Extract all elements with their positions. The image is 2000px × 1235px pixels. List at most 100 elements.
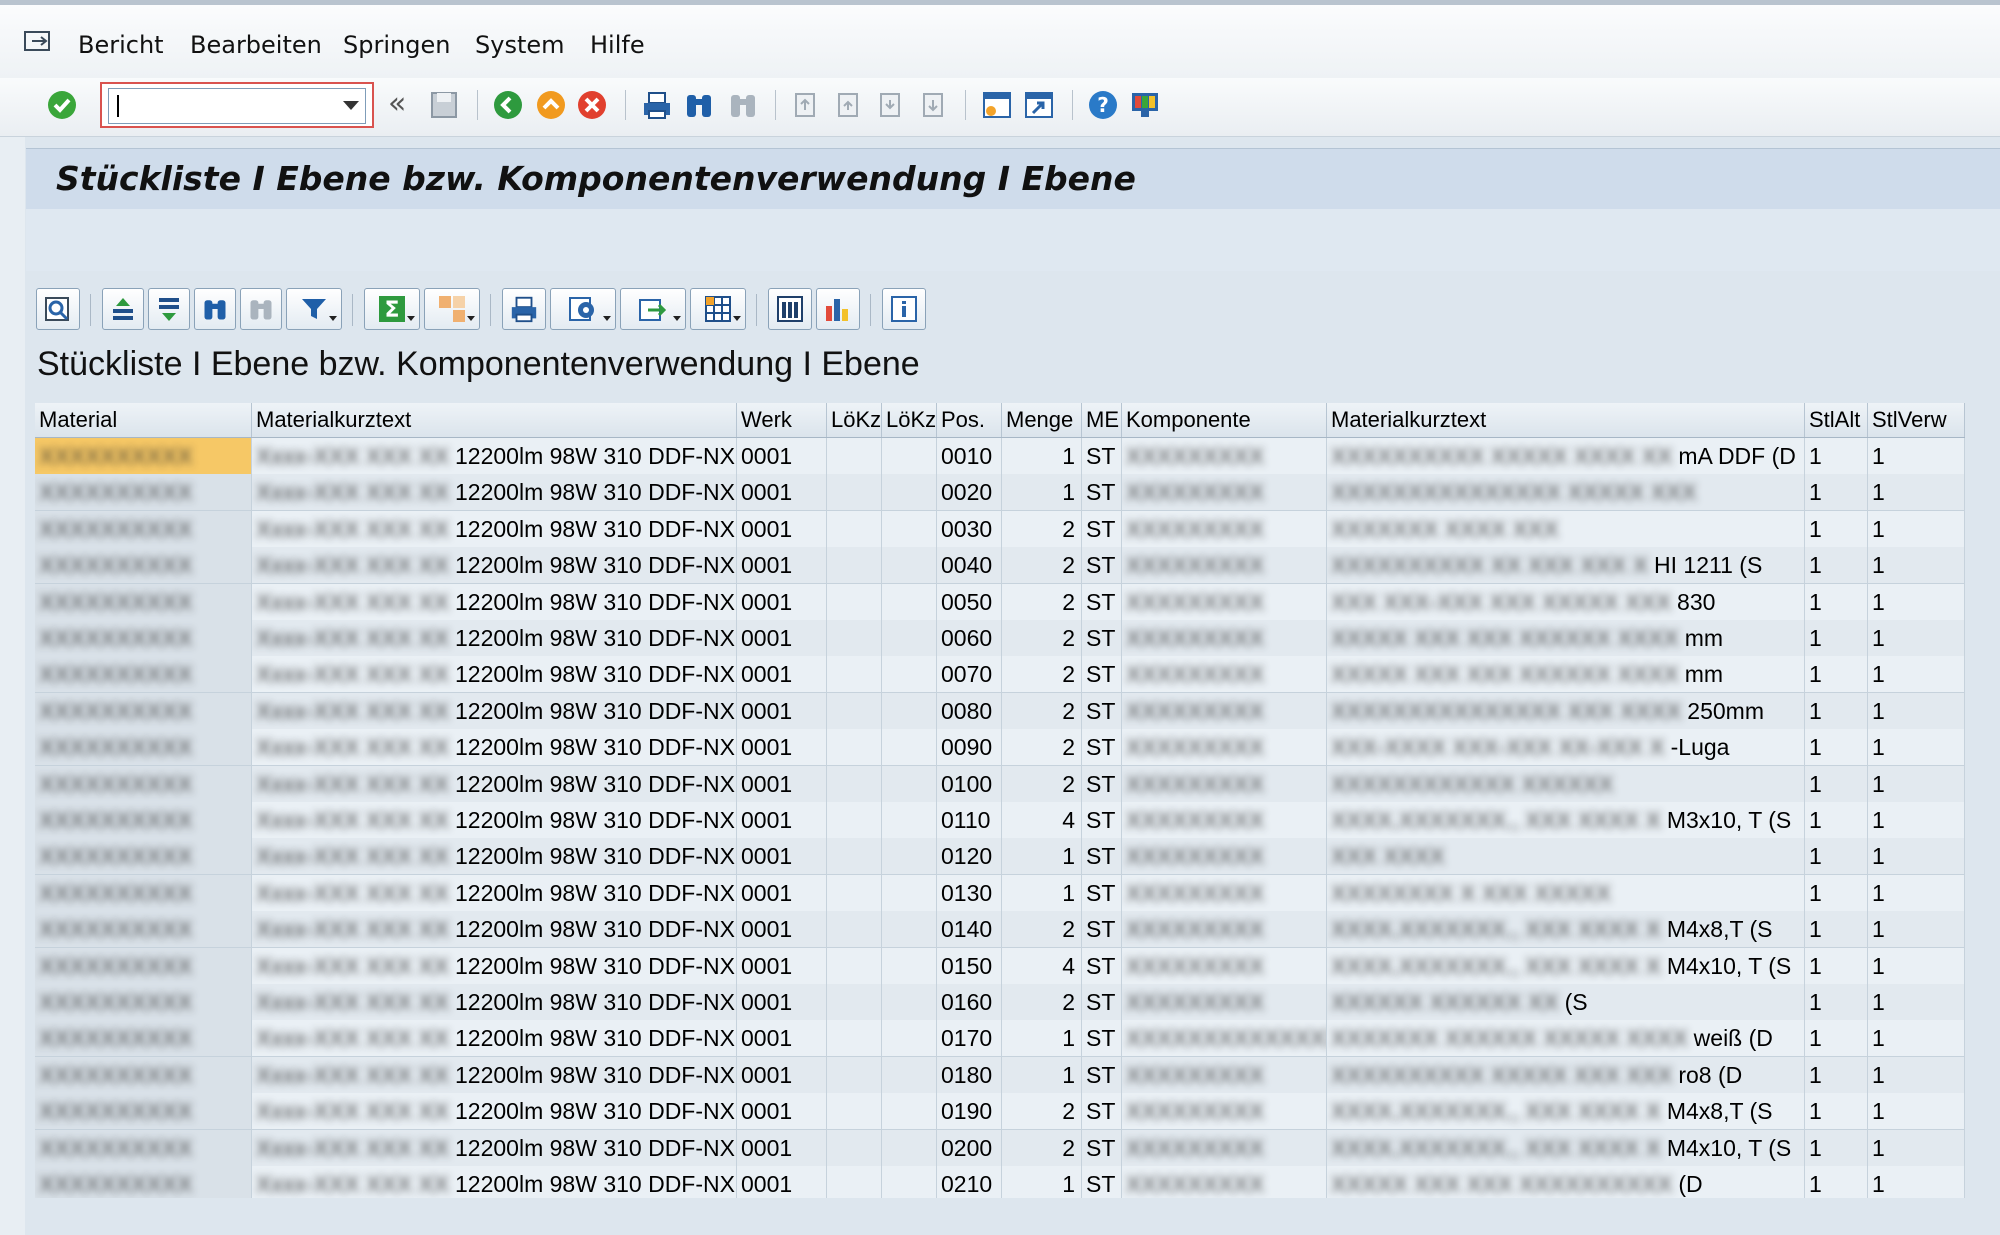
cell-material[interactable]: XXXXXXXXXX: [35, 1129, 252, 1166]
cell-menge[interactable]: 1: [1002, 438, 1082, 474]
details-button[interactable]: [36, 288, 80, 330]
cell-werk[interactable]: 0001: [737, 474, 827, 511]
cell-material[interactable]: XXXXXXXXXX: [35, 1056, 252, 1093]
cell-pos[interactable]: 0120: [937, 838, 1002, 875]
cell-komponente[interactable]: XXXXXXXXX: [1122, 620, 1327, 656]
cell-materialkurztext[interactable]: Xxxx-XXX XXX XX 12200lm 98W 310 DDF-NX: [252, 1020, 737, 1057]
cell-stlalt[interactable]: 1: [1805, 874, 1868, 911]
views-button[interactable]: [550, 288, 616, 330]
cell-komp-materialkurztext[interactable]: XXXXXX XXXXXX XX (S: [1327, 984, 1805, 1020]
cell-komponente[interactable]: XXXXXXXXX: [1122, 729, 1327, 766]
cell-komp-materialkurztext[interactable]: XXX XXX-XXX XXX XXXXX XXX 830: [1327, 583, 1805, 620]
cell-loekz-1[interactable]: [827, 729, 882, 766]
cell-stlverw[interactable]: 1: [1868, 874, 1965, 911]
create-session-icon[interactable]: [980, 88, 1014, 122]
cell-komponente[interactable]: XXXXXXXXX: [1122, 692, 1327, 729]
cell-komp-materialkurztext[interactable]: XXXXXXX XXXX XXX: [1327, 510, 1805, 547]
cell-stlalt[interactable]: 1: [1805, 620, 1868, 656]
cell-komp-materialkurztext[interactable]: XXXXX XXX XXX XXXXXXXXXX (D: [1327, 1166, 1805, 1202]
find-next-button[interactable]: [240, 288, 282, 330]
col-header-menge[interactable]: Menge: [1002, 403, 1082, 437]
cell-komp-materialkurztext[interactable]: XXXXXXXXXX XX XXX XXX X HI 1211 (S: [1327, 547, 1805, 584]
cell-stlalt[interactable]: 1: [1805, 838, 1868, 875]
cell-stlalt[interactable]: 1: [1805, 1129, 1868, 1166]
cell-materialkurztext[interactable]: Xxxx-XXX XXX XX 12200lm 98W 310 DDF-NX: [252, 547, 737, 584]
cell-loekz-2[interactable]: [882, 474, 937, 511]
cell-stlverw[interactable]: 1: [1868, 692, 1965, 729]
previous-page-icon[interactable]: [831, 88, 865, 122]
cell-me[interactable]: ST: [1082, 1020, 1122, 1057]
cell-materialkurztext[interactable]: Xxxx-XXX XXX XX 12200lm 98W 310 DDF-NX: [252, 620, 737, 656]
cell-stlalt[interactable]: 1: [1805, 692, 1868, 729]
cell-me[interactable]: ST: [1082, 947, 1122, 984]
cell-pos[interactable]: 0090: [937, 729, 1002, 766]
cell-material[interactable]: XXXXXXXXXX: [35, 947, 252, 984]
cell-stlverw[interactable]: 1: [1868, 438, 1965, 474]
cell-stlalt[interactable]: 1: [1805, 1093, 1868, 1130]
subtotal-button[interactable]: [424, 288, 480, 330]
customize-layout-icon[interactable]: [1128, 88, 1162, 122]
cell-komponente[interactable]: XXXXXXXXX: [1122, 947, 1327, 984]
col-header-komponente[interactable]: Komponente: [1122, 403, 1327, 437]
cell-loekz-1[interactable]: [827, 838, 882, 875]
col-header-pos[interactable]: Pos.: [937, 403, 1002, 437]
graphic-button[interactable]: [816, 288, 860, 330]
cell-loekz-1[interactable]: [827, 474, 882, 511]
cell-materialkurztext[interactable]: Xxxx-XXX XXX XX 12200lm 98W 310 DDF-NX: [252, 474, 737, 511]
cell-werk[interactable]: 0001: [737, 510, 827, 547]
cell-pos[interactable]: 0160: [937, 984, 1002, 1020]
cell-loekz-2[interactable]: [882, 1020, 937, 1057]
cell-material[interactable]: XXXXXXXXXX: [35, 510, 252, 547]
cell-loekz-1[interactable]: [827, 438, 882, 474]
system-menu-icon[interactable]: [24, 29, 54, 55]
print-icon[interactable]: [640, 88, 674, 122]
cell-werk[interactable]: 0001: [737, 692, 827, 729]
cell-loekz-1[interactable]: [827, 1056, 882, 1093]
table-row[interactable]: XXXXXXXXXX Xxxx-XXX XXX XX 12200lm 98W 310…: [35, 911, 1965, 949]
cell-werk[interactable]: 0001: [737, 802, 827, 838]
cell-menge[interactable]: 1: [1002, 1056, 1082, 1093]
cell-komponente[interactable]: XXXXXXXXX: [1122, 874, 1327, 911]
cell-komp-materialkurztext[interactable]: XXXX.XXXXXXX., XXX XXXX X M4x10, T (S: [1327, 947, 1805, 984]
cell-me[interactable]: ST: [1082, 510, 1122, 547]
cell-menge[interactable]: 2: [1002, 1129, 1082, 1166]
cell-me[interactable]: ST: [1082, 765, 1122, 802]
cell-loekz-1[interactable]: [827, 1020, 882, 1057]
col-header-stlalt[interactable]: StlAlt: [1805, 403, 1868, 437]
cell-werk[interactable]: 0001: [737, 1093, 827, 1130]
export-button[interactable]: [620, 288, 686, 330]
cell-pos[interactable]: 0110: [937, 802, 1002, 838]
cell-menge[interactable]: 2: [1002, 656, 1082, 693]
cell-stlalt[interactable]: 1: [1805, 1166, 1868, 1202]
cell-stlverw[interactable]: 1: [1868, 838, 1965, 875]
cell-komponente[interactable]: XXXXXXXXX: [1122, 1166, 1327, 1202]
cell-komp-materialkurztext[interactable]: XXXX.XXXXXXX., XXX XXXX X M4x8,T (S: [1327, 1093, 1805, 1130]
cell-komp-materialkurztext[interactable]: XXXXXXXX X XXX XXXXX: [1327, 874, 1805, 911]
sort-ascending-button[interactable]: [102, 288, 144, 330]
cell-komp-materialkurztext[interactable]: XXXXX XXX XXX XXXXXX XXXX mm: [1327, 620, 1805, 656]
cell-me[interactable]: ST: [1082, 474, 1122, 511]
table-row[interactable]: XXXXXXXXXX Xxxx-XXX XXX XX 12200lm 98W 310…: [35, 765, 1965, 803]
cell-material[interactable]: XXXXXXXXXX: [35, 1020, 252, 1057]
cell-werk[interactable]: 0001: [737, 1020, 827, 1057]
menu-system[interactable]: System: [475, 31, 565, 59]
cell-loekz-2[interactable]: [882, 656, 937, 693]
cell-komponente[interactable]: XXXXXXXXX: [1122, 583, 1327, 620]
cell-me[interactable]: ST: [1082, 1129, 1122, 1166]
cell-loekz-1[interactable]: [827, 802, 882, 838]
cell-werk[interactable]: 0001: [737, 547, 827, 584]
cell-pos[interactable]: 0200: [937, 1129, 1002, 1166]
menu-springen[interactable]: Springen: [343, 31, 450, 59]
cell-me[interactable]: ST: [1082, 1093, 1122, 1130]
cell-material[interactable]: XXXXXXXXXX: [35, 620, 252, 656]
table-row[interactable]: XXXXXXXXXX Xxxx-XXX XXX XX 12200lm 98W 310…: [35, 620, 1965, 657]
cell-werk[interactable]: 0001: [737, 911, 827, 948]
cell-stlverw[interactable]: 1: [1868, 947, 1965, 984]
cell-loekz-2[interactable]: [882, 1093, 937, 1130]
cell-komp-materialkurztext[interactable]: XXXX.XXXXXXX., XXX XXXX X M3x10, T (S: [1327, 802, 1805, 838]
command-input[interactable]: [108, 88, 366, 124]
cell-komponente[interactable]: XXXXXXXXX: [1122, 984, 1327, 1020]
table-row[interactable]: XXXXXXXXXX Xxxx-XXX XXX XX 12200lm 98W 310…: [35, 729, 1965, 767]
cell-werk[interactable]: 0001: [737, 438, 827, 474]
cell-material[interactable]: XXXXXXXXXX: [35, 1093, 252, 1130]
